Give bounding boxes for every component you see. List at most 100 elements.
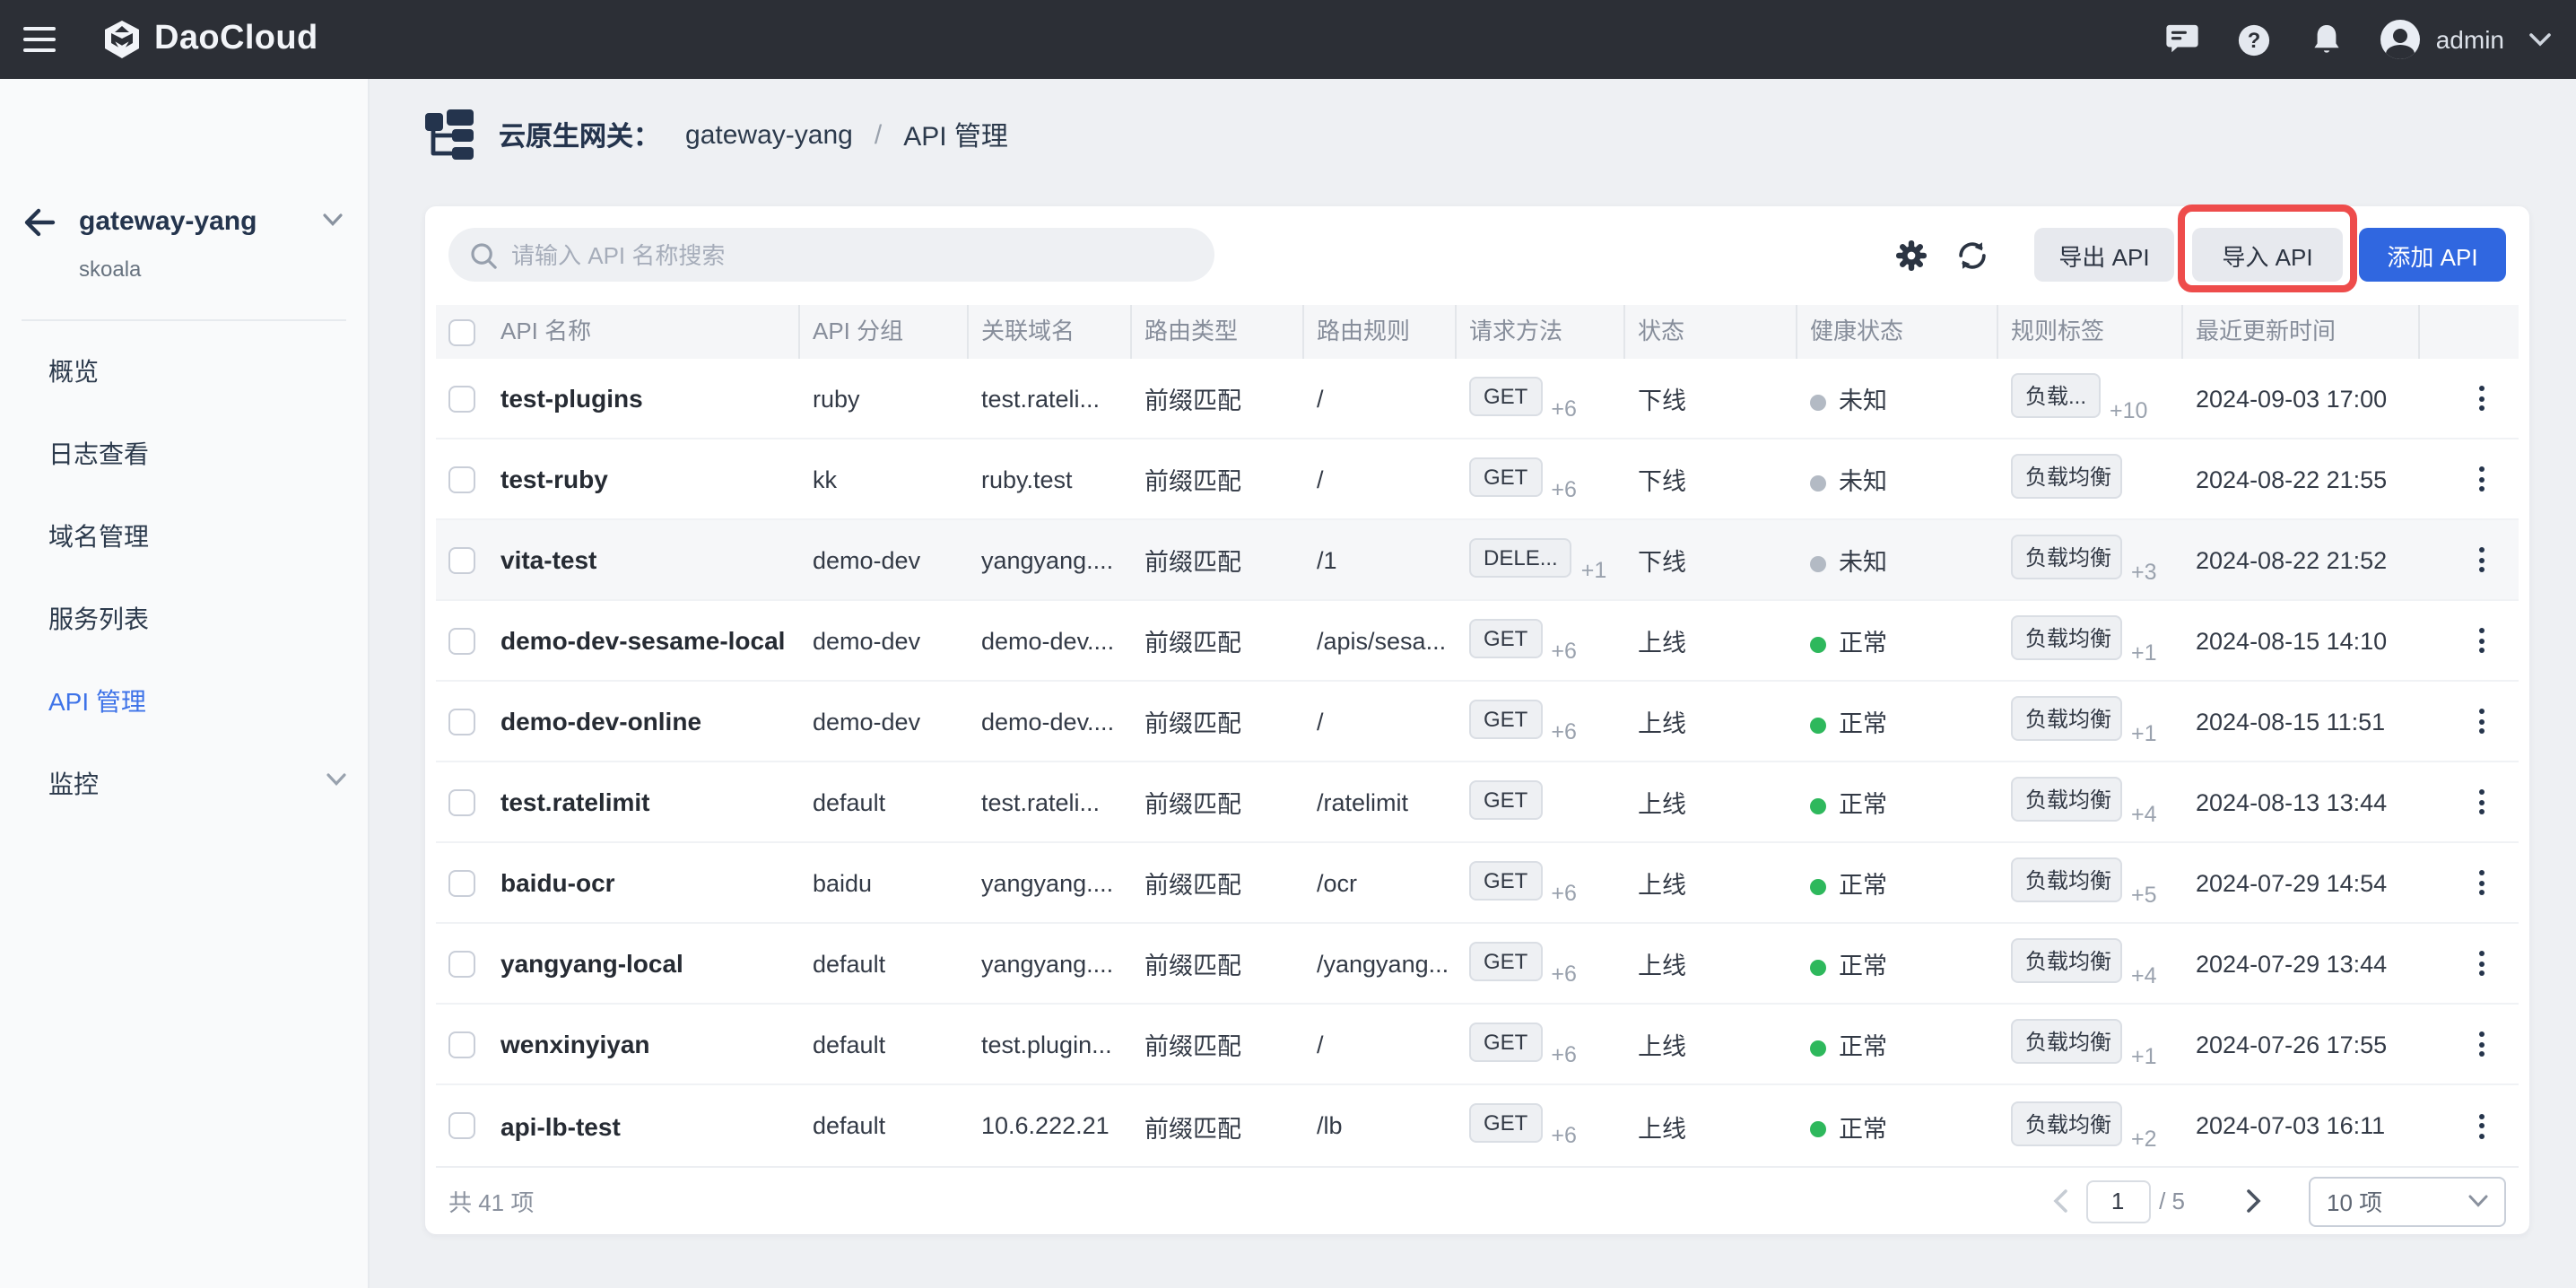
table-row: test.ratelimit default test.rateli... 前缀… [436,762,2519,843]
user-name[interactable]: admin [2436,25,2504,54]
gateway-name-title[interactable]: gateway-yang [79,206,257,237]
rule-tag-badge: 负载... [2011,373,2101,418]
column-header: 规则标签 [1998,305,2183,359]
row-actions-kebab-icon[interactable] [2472,701,2492,741]
search-input[interactable] [511,241,1121,268]
sidebar-item-2[interactable]: 日志查看 [0,413,368,495]
back-arrow-icon[interactable] [23,208,56,237]
row-checkbox[interactable] [448,466,475,493]
sidebar-item-6[interactable]: 监控 [0,743,368,825]
method-cell: GET [1457,779,1625,824]
method-extra-count: +6 [1551,476,1577,501]
next-page-icon[interactable] [2246,1189,2262,1213]
row-checkbox[interactable] [448,709,475,735]
row-actions-kebab-icon[interactable] [2472,1106,2492,1145]
import-api-button[interactable]: 导入 API [2192,228,2343,282]
row-checkbox[interactable] [448,1113,475,1140]
prev-page-icon[interactable] [2051,1189,2067,1213]
row-checkbox[interactable] [448,870,475,897]
tag-cell: 负载均衡+3 [1998,535,2183,585]
rule-tag-badge: 负载均衡 [2011,938,2122,983]
row-actions-kebab-icon[interactable] [2472,379,2492,418]
status-text: 下线 [1625,461,1797,497]
sidebar-item-1[interactable]: 概览 [0,330,368,413]
row-checkbox[interactable] [448,547,475,574]
sidebar-item-5[interactable]: API 管理 [0,660,368,743]
route-type: 前缀匹配 [1132,461,1304,497]
row-checkbox[interactable] [448,386,475,413]
sidebar-item-4[interactable]: 服务列表 [0,578,368,660]
tag-extra-count: +1 [2131,721,2157,746]
updated-time: 2024-08-22 21:55 [2183,466,2420,492]
api-name-link[interactable]: baidu-ocr [488,868,800,897]
brand[interactable]: DaoCloud [102,20,318,59]
linked-domain: 10.6.222.21 [969,1112,1132,1139]
page-size-select[interactable]: 10 项 [2309,1176,2506,1226]
health-text: 未知 [1839,549,1887,576]
api-name-link[interactable]: yangyang-local [488,949,800,978]
method-cell: GET+6 [1457,376,1625,421]
updated-time: 2024-08-13 13:44 [2183,788,2420,815]
method-badge: GET [1469,779,1542,819]
sidebar-item-label: 概览 [48,357,99,386]
user-menu-chevron-down-icon[interactable] [2529,32,2551,47]
search-box[interactable] [448,228,1214,282]
row-actions-kebab-icon[interactable] [2472,944,2492,983]
row-checkbox[interactable] [448,951,475,978]
health-cell: 正常 [1797,1026,1998,1062]
user-avatar[interactable] [2380,20,2420,59]
row-checkbox-cell [436,545,488,574]
row-checkbox[interactable] [448,789,475,816]
message-icon[interactable] [2165,22,2201,57]
refresh-icon[interactable] [1955,239,1988,271]
page-title: 云原生网关： [499,116,660,153]
select-all-checkbox[interactable] [448,319,475,346]
row-actions-kebab-icon[interactable] [2472,459,2492,499]
tag-cell: 负载均衡+4 [1998,938,2183,988]
status-text: 上线 [1625,1026,1797,1062]
row-checkbox[interactable] [448,1031,475,1058]
api-name-link[interactable]: wenxinyiyan [488,1030,800,1058]
sidebar-item-3[interactable]: 域名管理 [0,495,368,578]
row-actions-kebab-icon[interactable] [2472,863,2492,902]
hamburger-menu-icon[interactable] [23,27,56,52]
table-row: vita-test demo-dev yangyang.... 前缀匹配 /1 … [436,520,2519,601]
api-group: ruby [800,385,969,412]
gateway-switch-chevron-down-icon[interactable] [323,213,343,226]
add-api-button[interactable]: 添加 API [2359,228,2506,282]
api-name-link[interactable]: demo-dev-sesame-local [488,626,800,655]
tag-extra-count: +4 [2131,802,2157,827]
row-actions-kebab-icon[interactable] [2472,782,2492,822]
row-checkbox[interactable] [448,628,475,655]
bell-icon[interactable] [2309,22,2345,57]
tag-extra-count: +2 [2131,1126,2157,1151]
actions-cell [2420,459,2519,499]
tag-cell: 负载均衡 +1 [1998,696,2183,746]
sidebar-divider [22,319,346,321]
page-number-input[interactable] [2085,1179,2150,1223]
settings-gear-icon[interactable] [1894,239,1927,271]
row-checkbox-cell [436,707,488,735]
api-name-link[interactable]: vita-test [488,545,800,574]
rule-tag-badge: 负载均衡 [2011,696,2122,741]
method-badge: GET [1469,1103,1542,1143]
breadcrumb-parent[interactable]: gateway-yang [685,119,853,150]
table-row: yangyang-local default yangyang.... 前缀匹配… [436,924,2519,1005]
route-rule: /ocr [1304,869,1457,896]
row-actions-kebab-icon[interactable] [2472,1024,2492,1064]
method-cell: GET+6 [1457,1103,1625,1148]
export-api-button[interactable]: 导出 API [2034,228,2174,282]
api-name-link[interactable]: test.ratelimit [488,788,800,816]
api-name-link[interactable]: api-lb-test [488,1111,800,1140]
method-cell: GET+6 [1457,699,1625,744]
api-name-link[interactable]: test-ruby [488,465,800,493]
row-actions-kebab-icon[interactable] [2472,540,2492,579]
route-rule: / [1304,708,1457,735]
row-actions-kebab-icon[interactable] [2472,621,2492,660]
help-icon[interactable]: ? [2237,22,2273,57]
page-size-chevron-down-icon [2468,1195,2488,1207]
api-name-link[interactable]: demo-dev-online [488,707,800,735]
health-text: 正常 [1839,1033,1887,1060]
status-text: 上线 [1625,945,1797,981]
api-name-link[interactable]: test-plugins [488,384,800,413]
